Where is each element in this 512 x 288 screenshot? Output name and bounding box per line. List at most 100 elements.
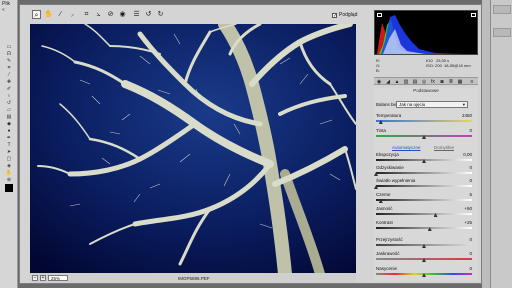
slider-track[interactable]	[376, 213, 472, 215]
tab-effects-icon[interactable]: fx	[430, 79, 436, 85]
tab-presets-icon[interactable]: ≣	[448, 79, 454, 85]
quick-select-tool-icon[interactable]: ✎	[3, 58, 15, 64]
slider-value[interactable]: 0	[448, 251, 472, 256]
pen-tool-icon[interactable]: ✒	[3, 135, 15, 141]
panel-tab[interactable]	[492, 28, 511, 37]
tab-detail-icon[interactable]: ▲	[394, 79, 400, 85]
zoom-in-button[interactable]: +	[40, 275, 46, 281]
slider-label: Nasycenie	[376, 266, 398, 271]
auto-link[interactable]: Automatyczne	[392, 145, 421, 150]
straighten-icon[interactable]: ⦣	[94, 10, 103, 19]
type-tool-icon[interactable]: T	[3, 142, 15, 148]
rotate-left-icon[interactable]: ↺	[144, 10, 153, 19]
photoshop-panels-strip	[490, 0, 512, 288]
slider-label: Odzyskiwanie	[376, 165, 404, 170]
hand-icon[interactable]: ✋	[44, 10, 53, 19]
photoshop-toolbar: ▭ ᗣ ✎ ⌗ ⁄ ✚ ✐ ♁ ↺ ▱ ▤ ◆ ● ✒ T ➤ ▢ ◈ ✋ ⊕	[2, 44, 16, 193]
highlight-clipping-warning-icon[interactable]	[471, 13, 476, 17]
3d-tool-icon[interactable]: ◈	[3, 163, 15, 169]
retouch-icon[interactable]: ⊘	[106, 10, 115, 19]
tab-tone-curve-icon[interactable]: ◢	[385, 79, 391, 85]
basic-panel: Podstawowe Balans bieli: Jak na ujęciu ▾…	[374, 88, 478, 281]
white-balance-icon[interactable]: ⁄	[56, 10, 65, 19]
healing-tool-icon[interactable]: ✚	[3, 79, 15, 85]
camera-raw-toolbar: ⌕ ✋ ⁄ ⸝ ⌗ ⦣ ⊘ ◉ ☰ ↺ ↻ ✓ Podgląd	[20, 5, 364, 23]
slider-label: Przejrzystość	[376, 237, 403, 242]
shadow-clipping-warning-icon[interactable]	[377, 13, 382, 17]
hand-tool-icon[interactable]: ✋	[3, 170, 15, 176]
path-select-tool-icon[interactable]: ➤	[3, 149, 15, 155]
image-preview[interactable]	[30, 24, 356, 274]
zoom-icon[interactable]: ⌕	[32, 10, 41, 19]
panel-menu-icon[interactable]: ≡	[469, 79, 475, 85]
slider-track[interactable]	[376, 227, 472, 229]
blur-tool-icon[interactable]: ◆	[3, 121, 15, 127]
slider-value[interactable]: 0,00	[448, 152, 472, 157]
slider-track[interactable]	[376, 172, 472, 174]
eyedropper-tool-icon[interactable]: ⁄	[3, 72, 15, 78]
history-brush-tool-icon[interactable]: ↺	[3, 100, 15, 106]
slider-label: Kontrast	[376, 220, 393, 225]
preferences-icon[interactable]: ☰	[132, 10, 141, 19]
slider-track[interactable]	[376, 185, 472, 187]
slider-label: Czerne	[376, 192, 391, 197]
slider-label: Jaskrawość	[376, 251, 400, 256]
default-link[interactable]: Domyślne	[434, 145, 454, 150]
iso-value: ISO: 200	[426, 63, 442, 68]
white-balance-select[interactable]: Jak na ujęciu ▾	[396, 101, 468, 108]
gradient-tool-icon[interactable]: ▤	[3, 114, 15, 120]
shape-tool-icon[interactable]: ▢	[3, 156, 15, 162]
camera-raw-dialog: ⌕ ✋ ⁄ ⸝ ⌗ ⦣ ⊘ ◉ ☰ ↺ ↻ ✓ Podgląd − + 25% …	[19, 4, 482, 284]
slider-value[interactable]: 0	[448, 165, 472, 170]
slider-label: Ekspozycja	[376, 152, 399, 157]
preview-statusbar: − + 25% IMGP5896.PEF	[30, 273, 356, 283]
tab-snapshots-icon[interactable]: ▦	[457, 79, 463, 85]
slider-value[interactable]: 2450	[448, 113, 472, 118]
white-balance-value: Jak na ujęciu	[399, 102, 426, 107]
image-info: R: G: B: f/10 25,00 s ISO: 200 18-55@18 …	[374, 58, 478, 73]
tab-hsl-icon[interactable]: ▥	[403, 79, 409, 85]
marquee-tool-icon[interactable]: ▭	[3, 44, 15, 50]
slider-label: Jasność	[376, 206, 393, 211]
slider-value[interactable]: 0	[448, 237, 472, 242]
lens-value: 18-55@18 mm	[444, 63, 471, 68]
zoom-level-select[interactable]: 25%	[48, 275, 68, 281]
checkmark-icon[interactable]: ✓	[332, 12, 337, 18]
zoom-tool-icon[interactable]: ⊕	[3, 177, 15, 183]
image-filename: IMGP5896.PEF	[178, 276, 210, 281]
collapse-arrows-icon[interactable]: «	[2, 7, 5, 13]
red-eye-icon[interactable]: ◉	[118, 10, 127, 19]
histogram-graph	[377, 15, 465, 54]
color-sampler-icon[interactable]: ⸝	[68, 10, 77, 19]
tree-photo	[30, 24, 356, 274]
slider-value[interactable]: 0	[448, 178, 472, 183]
foreground-color-swatch[interactable]	[5, 184, 13, 192]
photoshop-tools-strip: Plik « ▭ ᗣ ✎ ⌗ ⁄ ✚ ✐ ♁ ↺ ▱ ▤ ◆ ● ✒ T ➤ ▢…	[0, 0, 18, 288]
crop-tool-icon[interactable]: ⌗	[3, 65, 15, 71]
panel-tab[interactable]	[492, 5, 511, 14]
slider-track[interactable]	[376, 199, 472, 201]
slider-track[interactable]	[376, 120, 472, 122]
slider-value[interactable]: +25	[448, 220, 472, 225]
preview-checkbox[interactable]: ✓ Podgląd	[332, 12, 357, 18]
preview-label: Podgląd	[339, 12, 358, 18]
slider-value[interactable]: 0	[448, 266, 472, 271]
brush-tool-icon[interactable]: ✐	[3, 86, 15, 92]
stamp-tool-icon[interactable]: ♁	[3, 93, 15, 99]
lasso-tool-icon[interactable]: ᗣ	[3, 51, 15, 57]
tab-split-toning-icon[interactable]: ▤	[412, 79, 418, 85]
crop-icon[interactable]: ⌗	[82, 10, 91, 19]
eraser-tool-icon[interactable]: ▱	[3, 107, 15, 113]
tab-basic-icon[interactable]: ◉	[376, 79, 382, 85]
slider-value[interactable]: +50	[448, 206, 472, 211]
document-scrollbar[interactable]	[482, 0, 490, 288]
slider-value[interactable]: 5	[448, 192, 472, 197]
tab-lens-corrections-icon[interactable]: ◎	[421, 79, 427, 85]
tab-camera-calibration-icon[interactable]: ◙	[439, 79, 445, 85]
zoom-out-button[interactable]: −	[32, 275, 38, 281]
dodge-tool-icon[interactable]: ●	[3, 128, 15, 134]
slider-value[interactable]: 0	[448, 128, 472, 133]
slider-label: Tinta	[376, 128, 386, 133]
rotate-right-icon[interactable]: ↻	[156, 10, 165, 19]
slider-label: Światło wypełnienia	[376, 178, 416, 183]
